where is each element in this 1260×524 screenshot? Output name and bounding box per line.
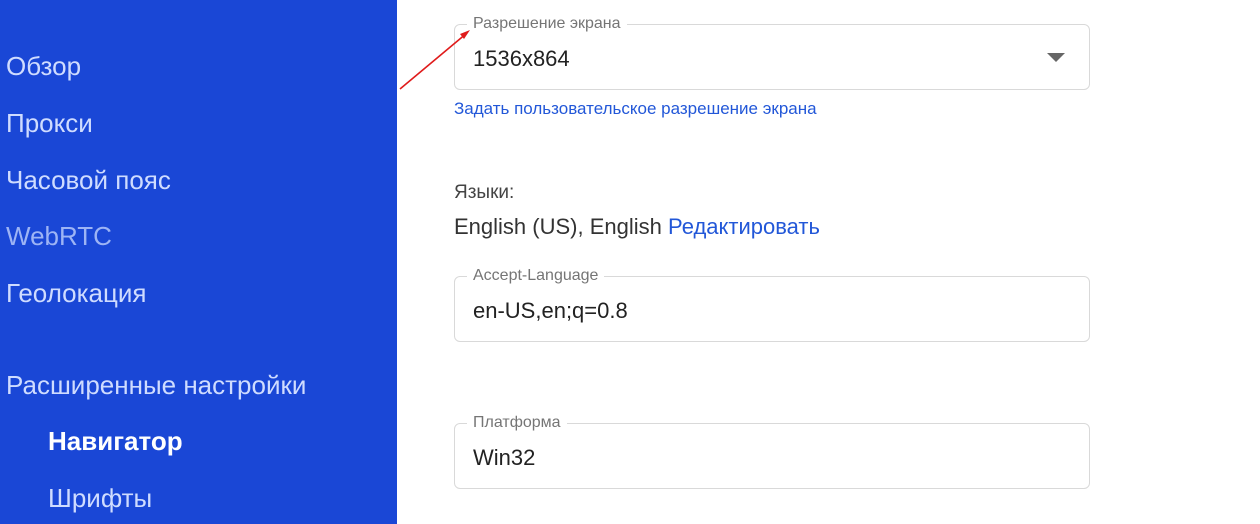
sidebar-item-overview[interactable]: Обзор bbox=[6, 49, 81, 83]
languages-edit-link[interactable]: Редактировать bbox=[668, 214, 820, 239]
sidebar-subitem-fonts[interactable]: Шрифты bbox=[48, 481, 152, 515]
accept-language-value: en-US,en;q=0.8 bbox=[473, 298, 628, 323]
platform-field[interactable]: Платформа Win32 bbox=[454, 413, 1090, 489]
main-panel: Разрешение экрана 1536x864 Задать пользо… bbox=[397, 0, 1260, 524]
sidebar-item-advanced-settings[interactable]: Расширенные настройки bbox=[6, 368, 306, 402]
languages-row: English (US), English Редактировать bbox=[454, 213, 820, 241]
screen-resolution-select[interactable]: Разрешение экрана 1536x864 bbox=[454, 14, 1090, 90]
sidebar-item-geolocation[interactable]: Геолокация bbox=[6, 276, 147, 310]
sidebar: Обзор Прокси Часовой пояс WebRTC Геолока… bbox=[0, 0, 397, 524]
sidebar-item-webrtc[interactable]: WebRTC bbox=[6, 219, 112, 253]
languages-value: English (US), English bbox=[454, 214, 662, 239]
platform-value: Win32 bbox=[473, 445, 536, 470]
custom-resolution-link[interactable]: Задать пользовательское разрешение экран… bbox=[454, 98, 817, 120]
sidebar-item-proxy[interactable]: Прокси bbox=[6, 106, 93, 140]
accept-language-label: Accept-Language bbox=[467, 266, 605, 286]
chevron-down-icon[interactable] bbox=[1047, 53, 1065, 62]
accept-language-field[interactable]: Accept-Language en-US,en;q=0.8 bbox=[454, 266, 1090, 342]
app-root: Обзор Прокси Часовой пояс WebRTC Геолока… bbox=[0, 0, 1260, 524]
annotation-arrow-icon bbox=[399, 30, 470, 90]
platform-label: Платформа bbox=[467, 413, 567, 433]
sidebar-item-timezone[interactable]: Часовой пояс bbox=[6, 163, 171, 197]
languages-label: Языки: bbox=[454, 182, 515, 203]
sidebar-subitem-navigator[interactable]: Навигатор bbox=[48, 424, 183, 458]
